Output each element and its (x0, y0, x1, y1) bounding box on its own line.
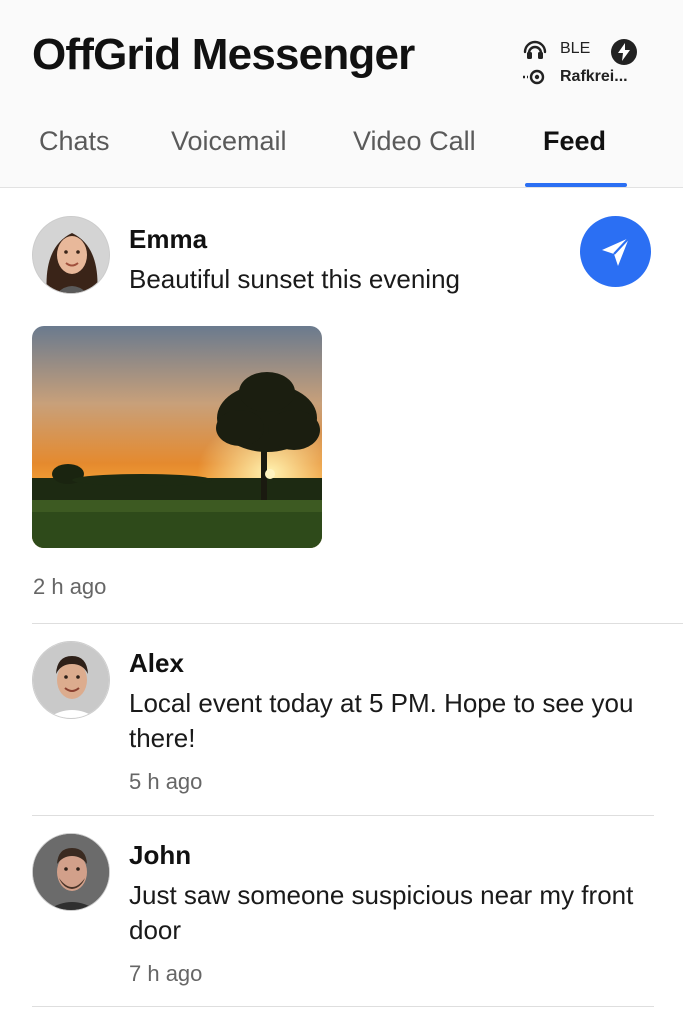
post-divider (32, 623, 683, 624)
post-author[interactable]: John (129, 840, 191, 871)
tab-feed[interactable]: Feed (543, 126, 606, 157)
tab-chats[interactable]: Chats (39, 126, 110, 157)
post-text: Just saw someone suspicious near my fron… (129, 880, 634, 945)
app-title: OffGrid Messenger (32, 30, 415, 79)
post-divider (32, 815, 654, 816)
post-text: Local event today at 5 PM. Hope to see y… (129, 688, 634, 753)
active-tab-indicator (525, 183, 627, 187)
avatar[interactable] (32, 216, 110, 294)
ble-status: BLE (522, 38, 590, 60)
tab-voicemail[interactable]: Voicemail (171, 126, 287, 157)
ble-label: BLE (560, 40, 591, 57)
bolt-icon[interactable] (611, 39, 637, 65)
post-time: 5 h ago (129, 769, 203, 794)
sunset-with-tree-photo[interactable] (32, 326, 322, 548)
post-author[interactable]: Alex (129, 648, 184, 679)
tab-video-call[interactable]: Video Call (353, 126, 476, 157)
app-header: OffGrid Messenger BLE Rafkrei... Chats V… (0, 0, 683, 188)
post-author[interactable]: Emma (129, 224, 207, 255)
post-time: 7 h ago (129, 961, 203, 986)
post-text: Beautiful sunset this evening (129, 264, 460, 294)
avatar[interactable] (32, 833, 110, 911)
status-area: BLE Rafkrei... (522, 38, 672, 90)
bluetooth-icon (523, 40, 547, 59)
post-divider (32, 1006, 654, 1007)
send-button[interactable] (580, 216, 651, 287)
send-icon (601, 236, 630, 266)
network-icon (523, 69, 545, 85)
tab-bar: Chats Voicemail Video Call Feed (0, 120, 683, 188)
post-time: 2 h ago (33, 574, 107, 599)
network-label: Rafkrei... (560, 68, 628, 85)
network-status: Rafkrei... (522, 66, 628, 88)
avatar[interactable] (32, 641, 110, 719)
